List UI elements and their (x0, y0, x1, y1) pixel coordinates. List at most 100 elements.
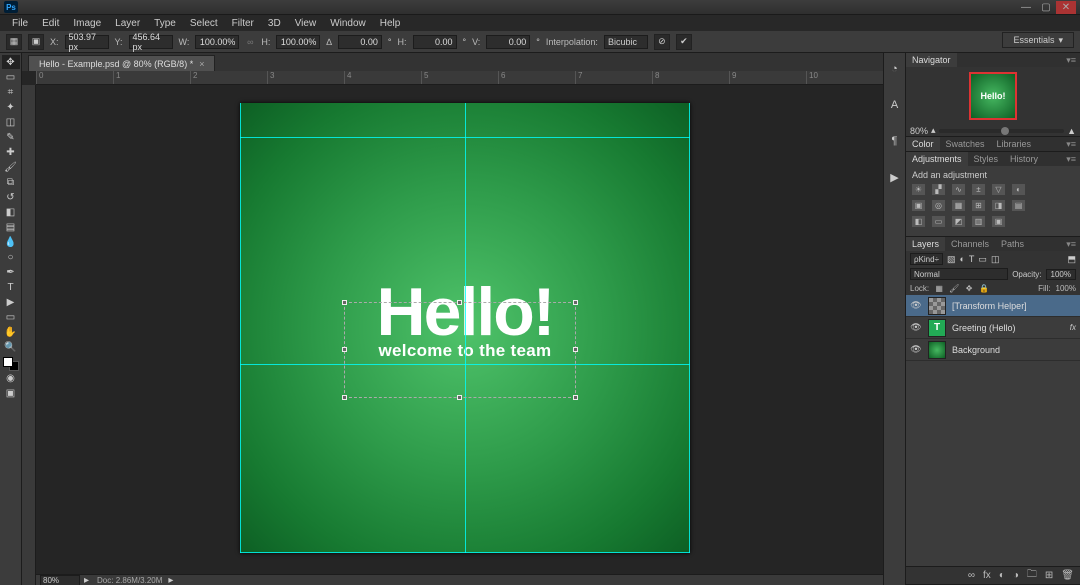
brightness-adjust-icon[interactable]: ☀ (912, 184, 925, 195)
filter-smart-icon[interactable]: ◫ (991, 254, 1000, 265)
gradient-map-adjust-icon[interactable]: ▭ (932, 216, 945, 227)
type-tool-icon[interactable]: T (2, 280, 20, 294)
transform-handle[interactable] (573, 300, 578, 305)
close-tab-icon[interactable]: × (199, 59, 204, 69)
navigator-thumbnail[interactable]: Hello! (969, 72, 1017, 120)
transform-handle[interactable] (342, 347, 347, 352)
guide-horizontal[interactable] (240, 137, 690, 138)
foreground-color-swatch[interactable] (3, 357, 13, 367)
shape-tool-icon[interactable]: ▭ (2, 310, 20, 324)
menu-view[interactable]: View (289, 18, 323, 29)
menu-type[interactable]: Type (148, 18, 182, 29)
transform-handle[interactable] (573, 347, 578, 352)
eraser-tool-icon[interactable]: ◧ (2, 205, 20, 219)
menu-image[interactable]: Image (67, 18, 107, 29)
panel-menu-icon[interactable]: ▾≡ (1062, 152, 1080, 166)
layer-mask-icon[interactable]: ◐ (999, 570, 1005, 581)
history-brush-tool-icon[interactable]: ↺ (2, 190, 20, 204)
zoom-in-icon[interactable]: ▲ (1067, 126, 1076, 136)
layer-thumbnail[interactable] (928, 297, 946, 315)
posterize-adjust-icon[interactable]: ▤ (1012, 200, 1025, 211)
hand-tool-icon[interactable]: ✋ (2, 325, 20, 339)
layer-row[interactable]: 👁 T Greeting (Hello) fx (906, 317, 1080, 339)
zoom-slider-track[interactable] (939, 129, 1065, 133)
interpolation-select[interactable]: Bicubic (604, 35, 648, 49)
zoom-field[interactable]: 80% (40, 575, 80, 585)
path-selection-tool-icon[interactable]: ▶ (2, 295, 20, 309)
bw-adjust-icon[interactable]: ▣ (912, 200, 925, 211)
workspace-switcher[interactable]: Essentials ▾ (1002, 32, 1074, 48)
x-field[interactable]: 503.97 px (65, 35, 109, 49)
styles-tab[interactable]: Styles (968, 152, 1005, 166)
color-swatches[interactable] (3, 357, 19, 371)
exposure-adjust-icon[interactable]: ± (972, 184, 985, 195)
menu-3d[interactable]: 3D (262, 18, 287, 29)
link-layers-icon[interactable]: ∞ (968, 570, 975, 581)
vibrance-adjust-icon[interactable]: ▽ (992, 184, 1005, 195)
w-field[interactable]: 100.00% (195, 35, 239, 49)
layer-name[interactable]: Background (952, 345, 1000, 355)
type-layer-thumbnail[interactable]: T (928, 319, 946, 337)
filter-adjust-icon[interactable]: ◐ (959, 254, 964, 264)
navigator-tab[interactable]: Navigator (906, 53, 957, 67)
channel-mixer-adjust-icon[interactable]: ▦ (952, 200, 965, 211)
filter-pixel-icon[interactable]: ▧ (947, 254, 956, 265)
guide-horizontal[interactable] (240, 552, 690, 553)
cancel-transform-icon[interactable]: ⊘ (654, 34, 670, 50)
eyedropper-tool-icon[interactable]: ✎ (2, 130, 20, 144)
navigator-body[interactable]: Hello! (906, 67, 1080, 125)
curves-adjust-icon[interactable]: ∿ (952, 184, 965, 195)
guide-vertical[interactable] (689, 103, 690, 553)
panel-menu-icon[interactable]: ▾≡ (1062, 137, 1080, 151)
photo-filter-adjust-icon[interactable]: ◎ (932, 200, 945, 211)
paragraph-panel-icon[interactable]: ¶ (887, 133, 903, 149)
panel-menu-icon[interactable]: ▾≡ (1062, 237, 1080, 251)
horizontal-ruler[interactable]: 0 1 2 3 4 5 6 7 8 9 10 (36, 71, 883, 85)
transform-handle[interactable] (573, 395, 578, 400)
channels-tab[interactable]: Channels (945, 237, 995, 251)
adjustments-tab[interactable]: Adjustments (906, 152, 968, 166)
filter-toggle-icon[interactable]: ⬒ (1067, 254, 1076, 265)
layer-thumbnail[interactable] (928, 341, 946, 359)
lock-transparency-icon[interactable]: ▦ (934, 284, 944, 293)
menu-layer[interactable]: Layer (109, 18, 146, 29)
screen-mode-icon[interactable]: ▣ (2, 386, 20, 400)
reference-point-icon[interactable]: ▣ (28, 34, 44, 50)
guide-vertical[interactable] (240, 103, 241, 553)
hskew-field[interactable]: 0.00 (413, 35, 457, 49)
artboard[interactable]: Hello! welcome to the team (240, 103, 690, 553)
gradient-tool-icon[interactable]: ▤ (2, 220, 20, 234)
actions-panel-icon[interactable]: ▶ (887, 169, 903, 185)
history-panel-icon[interactable]: ◔ (887, 61, 903, 77)
maximize-button[interactable]: ▢ (1036, 1, 1056, 14)
history-tab[interactable]: History (1004, 152, 1044, 166)
menu-filter[interactable]: Filter (226, 18, 260, 29)
blend-mode-select[interactable]: Normal (910, 268, 1008, 280)
lasso-tool-icon[interactable]: ⌗ (2, 85, 20, 99)
filter-kind-select[interactable]: ρ Kind ÷ (910, 253, 943, 265)
commit-transform-icon[interactable]: ✔ (676, 34, 692, 50)
zoom-out-icon[interactable]: ▴ (931, 125, 936, 136)
close-button[interactable]: ✕ (1056, 1, 1076, 14)
pen-tool-icon[interactable]: ✒ (2, 265, 20, 279)
color-tab[interactable]: Color (906, 137, 940, 151)
link-icon[interactable]: ∞ (245, 37, 255, 47)
layer-row[interactable]: 👁 [Transform Helper] (906, 295, 1080, 317)
blur-tool-icon[interactable]: 💧 (2, 235, 20, 249)
layer-style-icon[interactable]: fx (983, 570, 991, 581)
transform-handle[interactable] (457, 395, 462, 400)
new-fill-adjust-icon[interactable]: ◑ (1013, 570, 1019, 581)
h-field[interactable]: 100.00% (276, 35, 320, 49)
lock-position-icon[interactable]: ✥ (964, 284, 974, 293)
rotate-field[interactable]: 0.00 (338, 35, 382, 49)
transform-bounding-box[interactable] (344, 302, 576, 398)
transform-handle[interactable] (342, 395, 347, 400)
more-adjust-icon[interactable]: ▥ (972, 216, 985, 227)
levels-adjust-icon[interactable]: ▞ (932, 184, 945, 195)
delete-layer-icon[interactable]: 🗑 (1061, 570, 1074, 581)
nav-zoom-value[interactable]: 80% (910, 126, 928, 136)
canvas[interactable]: Hello! welcome to the team (36, 85, 883, 573)
visibility-toggle-icon[interactable]: 👁 (910, 344, 922, 355)
selective-color-adjust-icon[interactable]: ◩ (952, 216, 965, 227)
visibility-toggle-icon[interactable]: 👁 (910, 322, 922, 333)
